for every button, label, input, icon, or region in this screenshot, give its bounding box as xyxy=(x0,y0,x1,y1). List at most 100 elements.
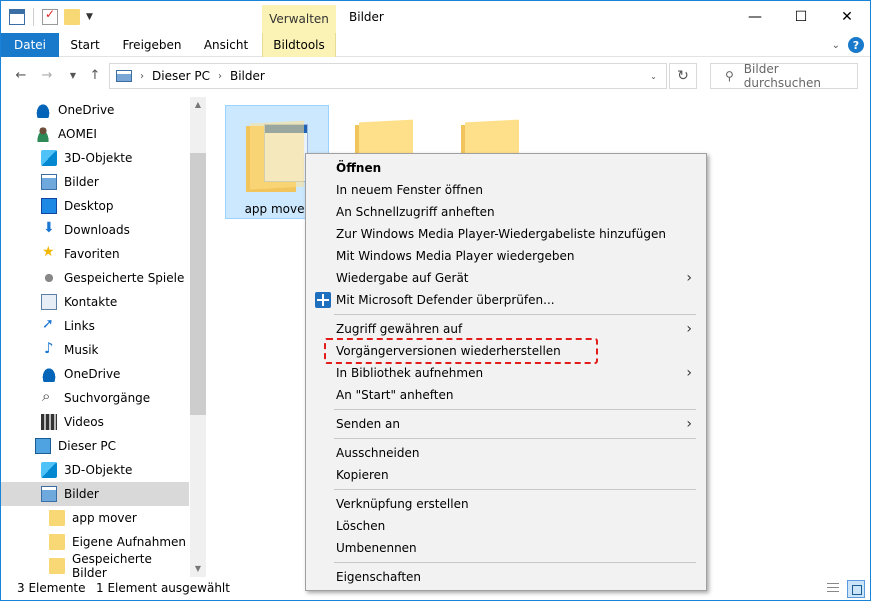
nav-item-label: app mover xyxy=(72,511,137,525)
nav-item-onedrive[interactable]: OneDrive xyxy=(1,98,189,122)
menu-item-pin-quick-access[interactable]: An Schnellzugriff anheften xyxy=(308,201,704,223)
menu-item-wmp-play[interactable]: Mit Windows Media Player wiedergeben xyxy=(308,245,704,267)
desktop-icon xyxy=(41,198,57,214)
menu-item-pin-to-start[interactable]: An "Start" anheften xyxy=(308,384,704,406)
nav-item-label: Dieser PC xyxy=(58,439,116,453)
nav-item-label: Suchvorgänge xyxy=(64,391,151,405)
pictures-icon xyxy=(41,174,57,190)
chevron-right-icon[interactable]: › xyxy=(140,71,144,82)
breadcrumb-this-pc[interactable]: Dieser PC xyxy=(152,69,210,83)
nav-scrollbar-thumb[interactable] xyxy=(190,153,206,415)
menu-item-give-access[interactable]: Zugriff gewähren auf › xyxy=(308,318,704,340)
nav-item-this-pc[interactable]: Dieser PC xyxy=(1,434,189,458)
chevron-right-icon: › xyxy=(686,416,692,432)
menu-item-rename[interactable]: Umbenennen xyxy=(308,537,704,559)
chevron-right-icon[interactable]: › xyxy=(218,71,222,82)
toolbar-separator xyxy=(33,8,34,26)
nav-item-favorites[interactable]: Favoriten xyxy=(1,242,189,266)
menu-item-defender-scan[interactable]: Mit Microsoft Defender überprüfen... xyxy=(308,289,704,311)
chevron-right-icon: › xyxy=(686,365,692,381)
onedrive-icon xyxy=(41,366,57,382)
scroll-up-icon[interactable]: ▲ xyxy=(190,97,206,113)
menu-item-open-new-window[interactable]: In neuem Fenster öffnen xyxy=(308,179,704,201)
ribbon-expand-icon[interactable]: ⌄ xyxy=(832,40,840,51)
nav-item-label: Links xyxy=(64,319,95,333)
nav-item-screenshots[interactable]: Eigene Aufnahmen xyxy=(1,530,189,554)
nav-item-label: Gespeicherte Spiele xyxy=(64,271,185,285)
nav-item-downloads[interactable]: Downloads xyxy=(1,218,189,242)
tab-picture-tools[interactable]: Bildtools xyxy=(262,33,336,57)
window-icon[interactable] xyxy=(9,9,25,25)
help-icon[interactable]: ? xyxy=(848,37,864,53)
nav-item-music[interactable]: Musik xyxy=(1,338,189,362)
tab-start[interactable]: Start xyxy=(61,33,109,57)
forward-button[interactable]: → xyxy=(39,68,55,84)
nav-item-saved-games[interactable]: Gespeicherte Spiele xyxy=(1,266,189,290)
nav-item-label: Downloads xyxy=(64,223,130,237)
customize-toolbar-icon[interactable]: ▼ xyxy=(86,12,93,22)
menu-item-label: Senden an xyxy=(336,417,400,431)
refresh-button[interactable]: ↻ xyxy=(669,63,697,89)
nav-item-label: Favoriten xyxy=(64,247,120,261)
properties-icon[interactable] xyxy=(42,7,58,25)
nav-item-videos[interactable]: Videos xyxy=(1,410,189,434)
address-bar[interactable]: › Dieser PC › Bilder xyxy=(109,63,667,89)
nav-item-saved-pictures[interactable]: Gespeicherte Bilder xyxy=(1,552,189,580)
breadcrumb-pictures[interactable]: Bilder xyxy=(230,69,265,83)
menu-item-open[interactable]: Öffnen xyxy=(308,157,704,179)
search-box[interactable]: ⚲ Bilder durchsuchen xyxy=(710,62,858,90)
search-icon: ⚲ xyxy=(725,69,734,83)
menu-item-include-in-library[interactable]: In Bibliothek aufnehmen › xyxy=(308,362,704,384)
quick-access-toolbar: ▼ xyxy=(9,7,93,26)
nav-item-desktop[interactable]: Desktop xyxy=(1,194,189,218)
navigation-bar: ← → ▼ ↑ › Dieser PC › Bilder ⌄ ↻ ⚲ Bilde… xyxy=(1,58,870,96)
back-button[interactable]: ← xyxy=(13,68,29,84)
nav-item-pictures[interactable]: Bilder xyxy=(1,170,189,194)
menu-item-label: Wiedergabe auf Gerät xyxy=(336,271,469,285)
nav-item-contacts[interactable]: Kontakte xyxy=(1,290,189,314)
menu-item-create-shortcut[interactable]: Verknüpfung erstellen xyxy=(308,493,704,515)
menu-item-delete[interactable]: Löschen xyxy=(308,515,704,537)
folder-icon xyxy=(49,558,65,574)
tab-file[interactable]: Datei xyxy=(1,33,59,57)
minimize-button[interactable]: — xyxy=(732,1,778,33)
nav-item-label: 3D-Objekte xyxy=(64,463,133,477)
video-icon xyxy=(41,414,57,430)
nav-item-aomei[interactable]: AOMEI xyxy=(1,122,189,146)
menu-item-cast-to-device[interactable]: Wiedergabe auf Gerät › xyxy=(308,267,704,289)
new-folder-icon[interactable] xyxy=(64,9,80,25)
nav-item-label: 3D-Objekte xyxy=(64,151,133,165)
recent-locations-button[interactable]: ▼ xyxy=(65,68,81,84)
nav-item-3d-objects-pc[interactable]: 3D-Objekte xyxy=(1,458,189,482)
details-view-icon[interactable] xyxy=(824,580,842,598)
nav-item-searches[interactable]: Suchvorgänge xyxy=(1,386,189,410)
menu-item-cut[interactable]: Ausschneiden xyxy=(308,442,704,464)
nav-item-onedrive-2[interactable]: OneDrive xyxy=(1,362,189,386)
window-controls: — ☐ ✕ xyxy=(732,1,870,33)
menu-item-copy[interactable]: Kopieren xyxy=(308,464,704,486)
nav-item-3d-objects[interactable]: 3D-Objekte xyxy=(1,146,189,170)
up-button[interactable]: ↑ xyxy=(87,68,103,84)
tab-share[interactable]: Freigeben xyxy=(119,33,185,57)
3d-objects-icon xyxy=(41,150,57,166)
nav-item-label: Bilder xyxy=(64,487,99,501)
nav-item-label: Eigene Aufnahmen xyxy=(72,535,186,549)
menu-separator xyxy=(334,409,696,410)
maximize-button[interactable]: ☐ xyxy=(778,1,824,33)
selection-count: 1 Element ausgewählt xyxy=(96,581,230,595)
large-icons-view-icon[interactable] xyxy=(847,580,865,598)
tab-view[interactable]: Ansicht xyxy=(197,33,255,57)
menu-item-send-to[interactable]: Senden an › xyxy=(308,413,704,435)
nav-item-pictures-pc[interactable]: Bilder xyxy=(1,482,189,506)
manage-contextual-tab[interactable]: Verwalten xyxy=(262,5,336,33)
scroll-down-icon[interactable]: ▼ xyxy=(190,561,206,577)
menu-separator xyxy=(334,438,696,439)
menu-item-wmp-add-playlist[interactable]: Zur Windows Media Player-Wiedergabeliste… xyxy=(308,223,704,245)
close-button[interactable]: ✕ xyxy=(824,1,870,33)
folder-icon xyxy=(49,534,65,550)
nav-item-links[interactable]: Links xyxy=(1,314,189,338)
menu-item-restore-previous-versions[interactable]: Vorgängerversionen wiederherstellen xyxy=(308,340,704,362)
address-dropdown-button[interactable]: ⌄ xyxy=(641,63,667,89)
menu-item-properties[interactable]: Eigenschaften xyxy=(308,566,704,588)
nav-item-app-mover[interactable]: app mover xyxy=(1,506,189,530)
